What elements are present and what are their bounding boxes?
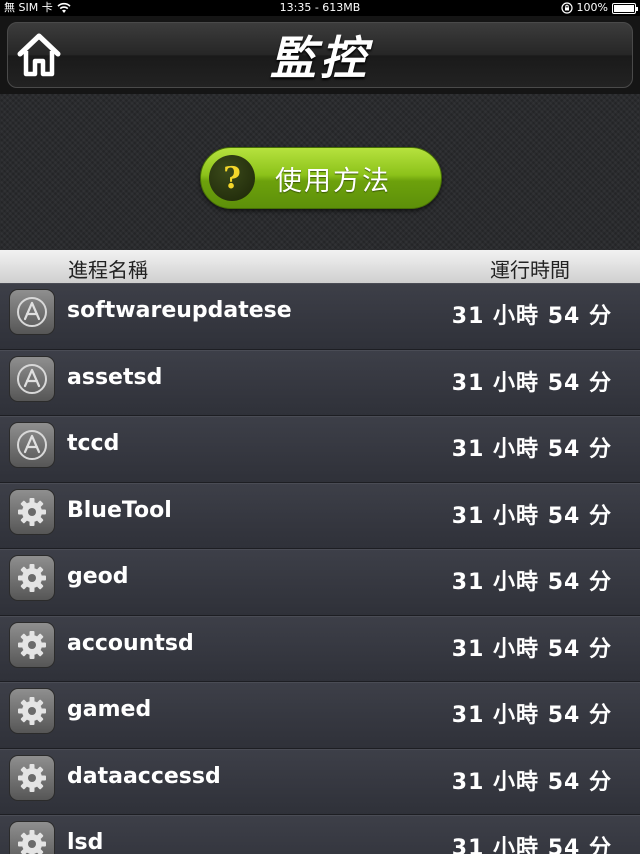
- process-row[interactable]: BlueTool 31 小時 54 分: [0, 482, 640, 549]
- process-run-time: 31 小時 54 分: [451, 304, 612, 329]
- process-icon-box: [9, 488, 55, 535]
- process-row[interactable]: dataaccessd 31 小時 54 分: [0, 748, 640, 815]
- status-right: 100%: [560, 0, 638, 16]
- process-row[interactable]: softwareupdatese 31 小時 54 分: [0, 283, 640, 350]
- process-icon-box: [9, 688, 55, 734]
- process-row[interactable]: lsd 31 小時 54 分: [0, 815, 640, 854]
- status-bar: 無 SIM 卡 13:35 - 613MB 100%: [0, 0, 640, 16]
- process-name: lsd: [67, 830, 104, 854]
- process-list[interactable]: softwareupdatese 31 小時 54 分 assetsd 31 小…: [0, 283, 640, 854]
- process-name: dataaccessd: [67, 763, 221, 789]
- process-name: accountsd: [67, 630, 194, 656]
- battery-label: 100%: [576, 1, 608, 14]
- process-run-time: 31 小時 54 分: [451, 370, 612, 396]
- gear-icon: [15, 694, 49, 728]
- process-run-time: 31 小時 54 分: [451, 636, 612, 662]
- help-area: ? 使用方法: [0, 94, 640, 250]
- process-name: softwareupdatese: [67, 298, 292, 323]
- process-icon-box: [9, 422, 55, 468]
- process-name: gamed: [67, 697, 152, 722]
- process-name: geod: [67, 564, 129, 589]
- appstore-icon: [15, 362, 49, 396]
- process-run-time: 31 小時 54 分: [451, 570, 612, 595]
- status-time-memory: 13:35 - 613MB: [279, 1, 361, 14]
- process-run-time: 31 小時 54 分: [451, 437, 612, 462]
- process-name: BlueTool: [67, 497, 172, 523]
- gear-icon: [15, 827, 49, 854]
- usage-help-button[interactable]: ? 使用方法: [200, 147, 442, 209]
- process-name: assetsd: [67, 364, 163, 390]
- column-header: 進程名稱 運行時間: [0, 250, 640, 283]
- process-icon-box: [9, 555, 55, 601]
- process-row[interactable]: accountsd 31 小時 54 分: [0, 615, 640, 682]
- page-title: 監控: [270, 31, 370, 85]
- rotation-lock-icon: [560, 2, 573, 14]
- appstore-icon: [15, 295, 49, 329]
- home-button[interactable]: [14, 30, 64, 80]
- process-icon-box: [9, 621, 55, 668]
- process-run-time: 31 小時 54 分: [451, 503, 612, 529]
- process-run-time: 31 小時 54 分: [451, 836, 612, 854]
- process-icon-box: [9, 355, 55, 402]
- battery-icon: [612, 2, 638, 14]
- column-run-time: 運行時間: [490, 258, 570, 282]
- process-icon-box: [9, 754, 55, 801]
- process-row[interactable]: gamed 31 小時 54 分: [0, 682, 640, 749]
- gear-icon: [15, 628, 49, 662]
- process-run-time: 31 小時 54 分: [451, 769, 612, 795]
- nav-bar: 監控: [0, 16, 640, 94]
- process-row[interactable]: tccd 31 小時 54 分: [0, 416, 640, 483]
- process-icon-box: [9, 821, 55, 854]
- usage-help-label: 使用方法: [275, 165, 391, 197]
- column-process-name: 進程名稱: [68, 258, 148, 282]
- gear-icon: [15, 495, 49, 529]
- gear-icon: [15, 761, 49, 795]
- process-row[interactable]: geod 31 小時 54 分: [0, 549, 640, 616]
- process-name: tccd: [67, 431, 120, 456]
- gear-icon: [15, 561, 49, 595]
- appstore-icon: [15, 428, 49, 462]
- process-run-time: 31 小時 54 分: [451, 703, 612, 728]
- home-icon: [17, 33, 61, 77]
- process-row[interactable]: assetsd 31 小時 54 分: [0, 349, 640, 416]
- process-icon-box: [9, 289, 55, 335]
- question-icon: ?: [209, 155, 255, 201]
